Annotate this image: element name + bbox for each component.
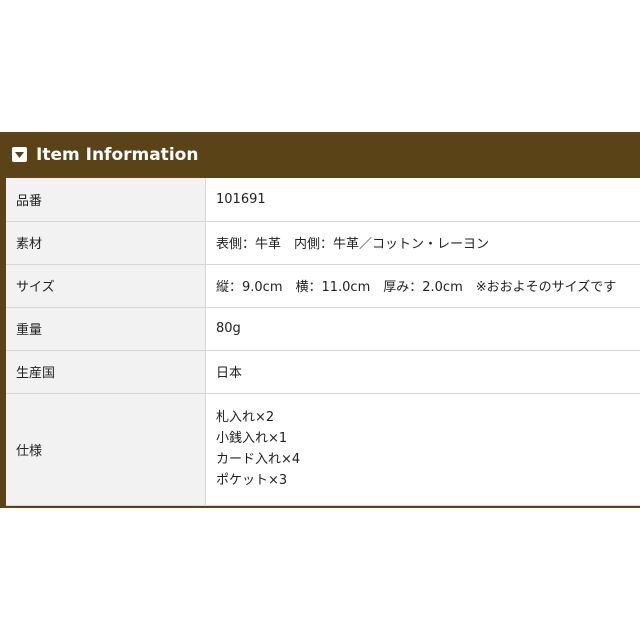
- panel-header: Item Information: [0, 132, 640, 178]
- row-value-product-number: 101691: [205, 178, 640, 222]
- row-value-country: 日本: [205, 350, 640, 394]
- row-value-size: 縦：9.0cm 横：11.0cm 厚み：2.0cm ※おおよそのサイズです: [205, 264, 640, 308]
- chevron-down-icon: [12, 147, 27, 162]
- row-value-material: 表側：牛革 内側：牛革／コットン・レーヨン: [205, 221, 640, 265]
- item-information-panel: Item Information 品番 101691 素材 表側：牛革 内側：牛…: [0, 132, 640, 508]
- row-label-spec: 仕様: [6, 393, 206, 506]
- spec-line: ポケット×3: [216, 473, 288, 488]
- table-row: 仕様 札入れ×2 小銭入れ×1 カード入れ×4 ポケット×3: [6, 393, 640, 506]
- row-label-product-number: 品番: [6, 178, 206, 222]
- row-label-country: 生産国: [6, 350, 206, 394]
- row-label-weight: 重量: [6, 307, 206, 351]
- panel-title: Item Information: [36, 145, 199, 165]
- table-row: 品番 101691: [6, 178, 640, 222]
- row-value-weight: 80g: [205, 307, 640, 351]
- table-row: サイズ 縦：9.0cm 横：11.0cm 厚み：2.0cm ※おおよそのサイズで…: [6, 264, 640, 308]
- row-label-size: サイズ: [6, 264, 206, 308]
- spec-line: カード入れ×4: [216, 452, 301, 467]
- table-row: 素材 表側：牛革 内側：牛革／コットン・レーヨン: [6, 221, 640, 265]
- table-row: 重量 80g: [6, 307, 640, 351]
- row-label-material: 素材: [6, 221, 206, 265]
- table-row: 生産国 日本: [6, 350, 640, 394]
- item-info-table: 品番 101691 素材 表側：牛革 内側：牛革／コットン・レーヨン サイズ 縦…: [6, 178, 640, 506]
- spec-line: 札入れ×2: [216, 410, 275, 425]
- spec-line: 小銭入れ×1: [216, 431, 288, 446]
- row-value-spec: 札入れ×2 小銭入れ×1 カード入れ×4 ポケット×3: [205, 393, 640, 506]
